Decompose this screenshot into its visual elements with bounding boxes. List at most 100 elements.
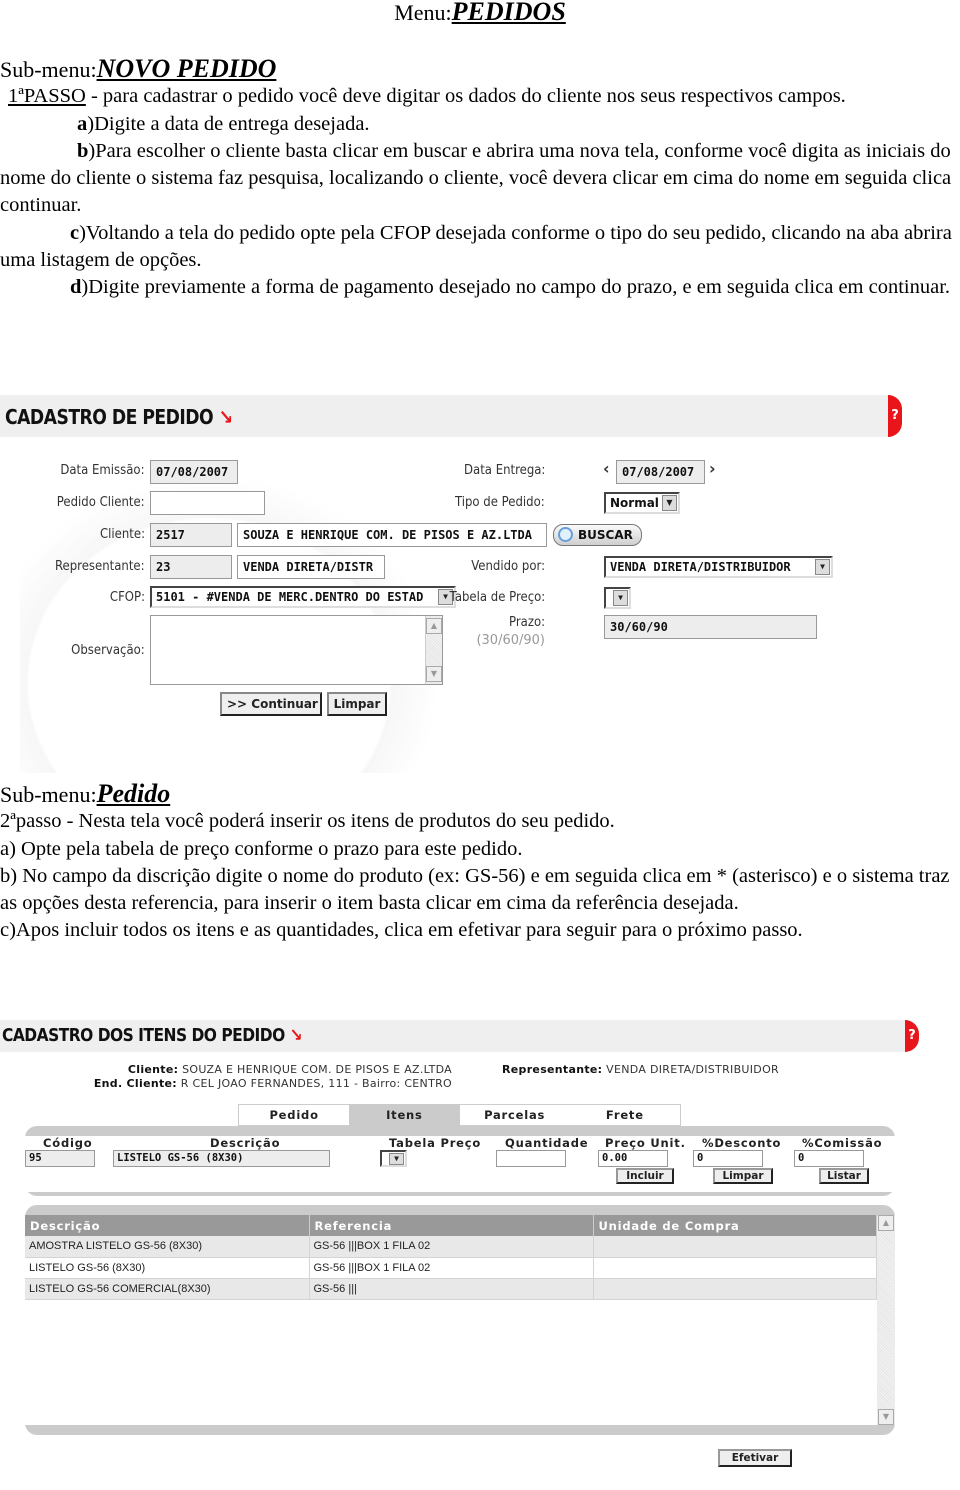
cell-descricao[interactable]: AMOSTRA LISTELO GS-56 (8X30) xyxy=(25,1236,310,1258)
tabela-preco-label: Tabela de Preço: xyxy=(449,590,545,605)
cliente-nome-field[interactable]: SOUZA E HENRIQUE COM. DE PISOS E AZ.LTDA xyxy=(237,523,547,547)
table-row[interactable]: AMOSTRA LISTELO GS-56 (8X30) GS-56 |||BO… xyxy=(25,1236,877,1258)
tabela-preco-select[interactable]: ▼ xyxy=(380,1150,407,1167)
scroll-up-icon[interactable]: ▲ xyxy=(878,1215,894,1231)
paragraph: a) Opte pela tabela de preço conforme o … xyxy=(0,837,523,860)
submenu-name: Pedido xyxy=(96,779,171,808)
tab-parcelas[interactable]: Parcelas xyxy=(460,1105,570,1125)
page-title-text: CADASTRO DOS ITENS DO PEDIDO xyxy=(2,1025,285,1046)
cliente-label: Cliente: xyxy=(99,527,145,542)
help-icon[interactable]: ? xyxy=(905,1020,919,1052)
comissao-field[interactable]: 0 xyxy=(794,1150,864,1167)
incluir-button[interactable]: Incluir xyxy=(616,1168,674,1184)
tipo-pedido-label: Tipo de Pedido: xyxy=(455,495,545,510)
efetivar-button[interactable]: Efetivar xyxy=(718,1449,792,1467)
continuar-button[interactable]: >> Continuar xyxy=(220,692,322,716)
column-header-referencia: Referencia xyxy=(309,1215,594,1236)
cell-unidade[interactable] xyxy=(593,1278,877,1300)
step-label: 1ªPASSO xyxy=(8,85,86,108)
desconto-label: %Desconto xyxy=(702,1136,782,1150)
preco-unit-label: Preço Unit. xyxy=(605,1136,686,1150)
search-icon xyxy=(558,527,573,542)
table-row[interactable]: LISTELO GS-56 (8X30) GS-56 |||BOX 1 FILA… xyxy=(25,1257,877,1279)
instruction-d: d)Digite previamente a forma de pagament… xyxy=(0,274,960,301)
observacao-label: Observação: xyxy=(71,643,145,658)
step-text: - para cadastrar o pedido você deve digi… xyxy=(85,85,846,108)
cell-referencia[interactable]: GS-56 ||| xyxy=(309,1278,594,1300)
arrow-down-right-icon: ↘ xyxy=(289,1025,303,1046)
buscar-label: BUSCAR xyxy=(578,528,633,542)
prazo-hint: (30/60/90) xyxy=(476,633,545,648)
cfop-select[interactable]: 5101 - #VENDA DE MERC.DENTRO DO ESTAD ▼ xyxy=(150,586,456,608)
cliente-codigo-field[interactable]: 2517 xyxy=(150,523,232,547)
buscar-button[interactable]: BUSCAR xyxy=(553,524,642,546)
cell-referencia[interactable]: GS-56 |||BOX 1 FILA 02 xyxy=(309,1236,594,1258)
limpar-button[interactable]: Limpar xyxy=(327,692,387,716)
scroll-up-icon[interactable]: ▲ xyxy=(426,618,442,634)
pedido-cliente-field[interactable] xyxy=(150,491,265,515)
chevron-down-icon[interactable]: ▼ xyxy=(815,559,830,575)
tab-frete[interactable]: Frete xyxy=(570,1105,680,1125)
tabela-preco-select[interactable]: ▼ xyxy=(604,587,631,609)
prev-date-icon[interactable]: ‹ xyxy=(603,459,610,478)
endereco-info-label: End. Cliente: xyxy=(93,1077,177,1090)
results-table: Descrição Referencia Unidade de Compra A… xyxy=(25,1215,877,1300)
preco-unit-field[interactable]: 0.00 xyxy=(598,1150,668,1167)
representante-info: Representante: VENDA DIRETA/DISTRIBUIDOR xyxy=(502,1063,779,1076)
paragraph: 2ªpasso - Nesta tela você poderá inserir… xyxy=(0,810,615,833)
desconto-field[interactable]: 0 xyxy=(693,1150,763,1167)
page-title-text: CADASTRO DE PEDIDO xyxy=(5,405,214,429)
descricao-label: Descrição xyxy=(210,1136,281,1150)
data-entrega-label: Data Entrega: xyxy=(463,463,545,478)
help-icon[interactable]: ? xyxy=(888,395,902,437)
column-header-unidade: Unidade de Compra xyxy=(593,1215,877,1236)
submenu-prefix: Sub-menu: xyxy=(0,57,97,82)
representante-info-value: VENDA DIRETA/DISTRIBUIDOR xyxy=(606,1063,779,1076)
representante-label: Representante: xyxy=(55,559,145,574)
tabela-preco-label: Tabela Preço xyxy=(389,1136,482,1150)
grid-scrollbar[interactable]: ▲ ▼ xyxy=(877,1215,895,1425)
instruction-a: a)Digite a data de entrega desejada. xyxy=(0,111,960,138)
page-title: CADASTRO DOS ITENS DO PEDIDO ↘ xyxy=(2,1025,303,1046)
observacao-scrollbar[interactable]: ▲ ▼ xyxy=(425,616,442,684)
data-emissao-field[interactable]: 07/08/2007 xyxy=(150,460,238,484)
data-entrega-field[interactable]: 07/08/2007 xyxy=(616,460,705,484)
observacao-textarea[interactable]: ▲ ▼ xyxy=(150,615,443,685)
limpar-button[interactable]: Limpar xyxy=(713,1168,773,1184)
tab-pedido[interactable]: Pedido xyxy=(239,1105,349,1125)
table-row[interactable]: LISTELO GS-56 COMERCIAL(8X30) GS-56 ||| xyxy=(25,1278,877,1300)
cfop-label: CFOP: xyxy=(109,590,145,605)
pedido-cliente-label: Pedido Cliente: xyxy=(57,495,145,510)
tipo-pedido-select[interactable]: Normal ▼ xyxy=(604,492,680,514)
cell-descricao[interactable]: LISTELO GS-56 COMERCIAL(8X30) xyxy=(25,1278,310,1300)
codigo-field[interactable]: 95 xyxy=(25,1150,95,1167)
next-date-icon[interactable]: › xyxy=(709,459,716,478)
chevron-down-icon[interactable]: ▼ xyxy=(613,590,628,606)
cliente-info-value: SOUZA E HENRIQUE COM. DE PISOS E AZ.LTDA xyxy=(182,1063,452,1076)
representante-codigo-field[interactable]: 23 xyxy=(150,555,232,579)
cell-descricao[interactable]: LISTELO GS-56 (8X30) xyxy=(25,1257,310,1279)
cell-unidade[interactable] xyxy=(593,1236,877,1258)
tab-bar: Pedido Itens Parcelas Frete xyxy=(238,1104,681,1126)
tab-itens[interactable]: Itens xyxy=(349,1105,460,1125)
prazo-field[interactable]: 30/60/90 xyxy=(604,615,817,639)
cell-referencia[interactable]: GS-56 |||BOX 1 FILA 02 xyxy=(309,1257,594,1279)
section-novo-pedido: Sub-menu:NOVO PEDIDO 1ªPASSO - para cada… xyxy=(0,55,960,302)
representante-nome-field[interactable]: VENDA DIRETA/DISTR xyxy=(237,555,385,579)
cell-unidade[interactable] xyxy=(593,1257,877,1279)
listar-button[interactable]: Listar xyxy=(819,1168,869,1184)
chevron-down-icon[interactable]: ▼ xyxy=(389,1153,404,1165)
scroll-down-icon[interactable]: ▼ xyxy=(426,666,442,682)
chevron-down-icon[interactable]: ▼ xyxy=(662,495,677,511)
submenu-heading: Sub-menu:Pedido xyxy=(0,780,960,808)
vendido-por-select[interactable]: VENDA DIRETA/DISTRIBUIDOR ▼ xyxy=(604,556,833,578)
item-entry-panel: Código 95 Descrição LISTELO GS-56 (8X30)… xyxy=(25,1126,895,1196)
scroll-down-icon[interactable]: ▼ xyxy=(878,1409,894,1425)
item-entry-body: Código 95 Descrição LISTELO GS-56 (8X30)… xyxy=(25,1136,895,1192)
quantidade-field[interactable] xyxy=(496,1150,566,1167)
submenu-name: NOVO PEDIDO xyxy=(96,54,277,83)
submenu-heading: Sub-menu:NOVO PEDIDO xyxy=(0,55,960,83)
cadastro-pedido-screen: CADASTRO DE PEDIDO ↘ ? Data Emissão: 07/… xyxy=(0,393,905,776)
descricao-field[interactable]: LISTELO GS-56 (8X30) xyxy=(113,1150,330,1167)
tipo-pedido-value: Normal xyxy=(610,496,659,510)
